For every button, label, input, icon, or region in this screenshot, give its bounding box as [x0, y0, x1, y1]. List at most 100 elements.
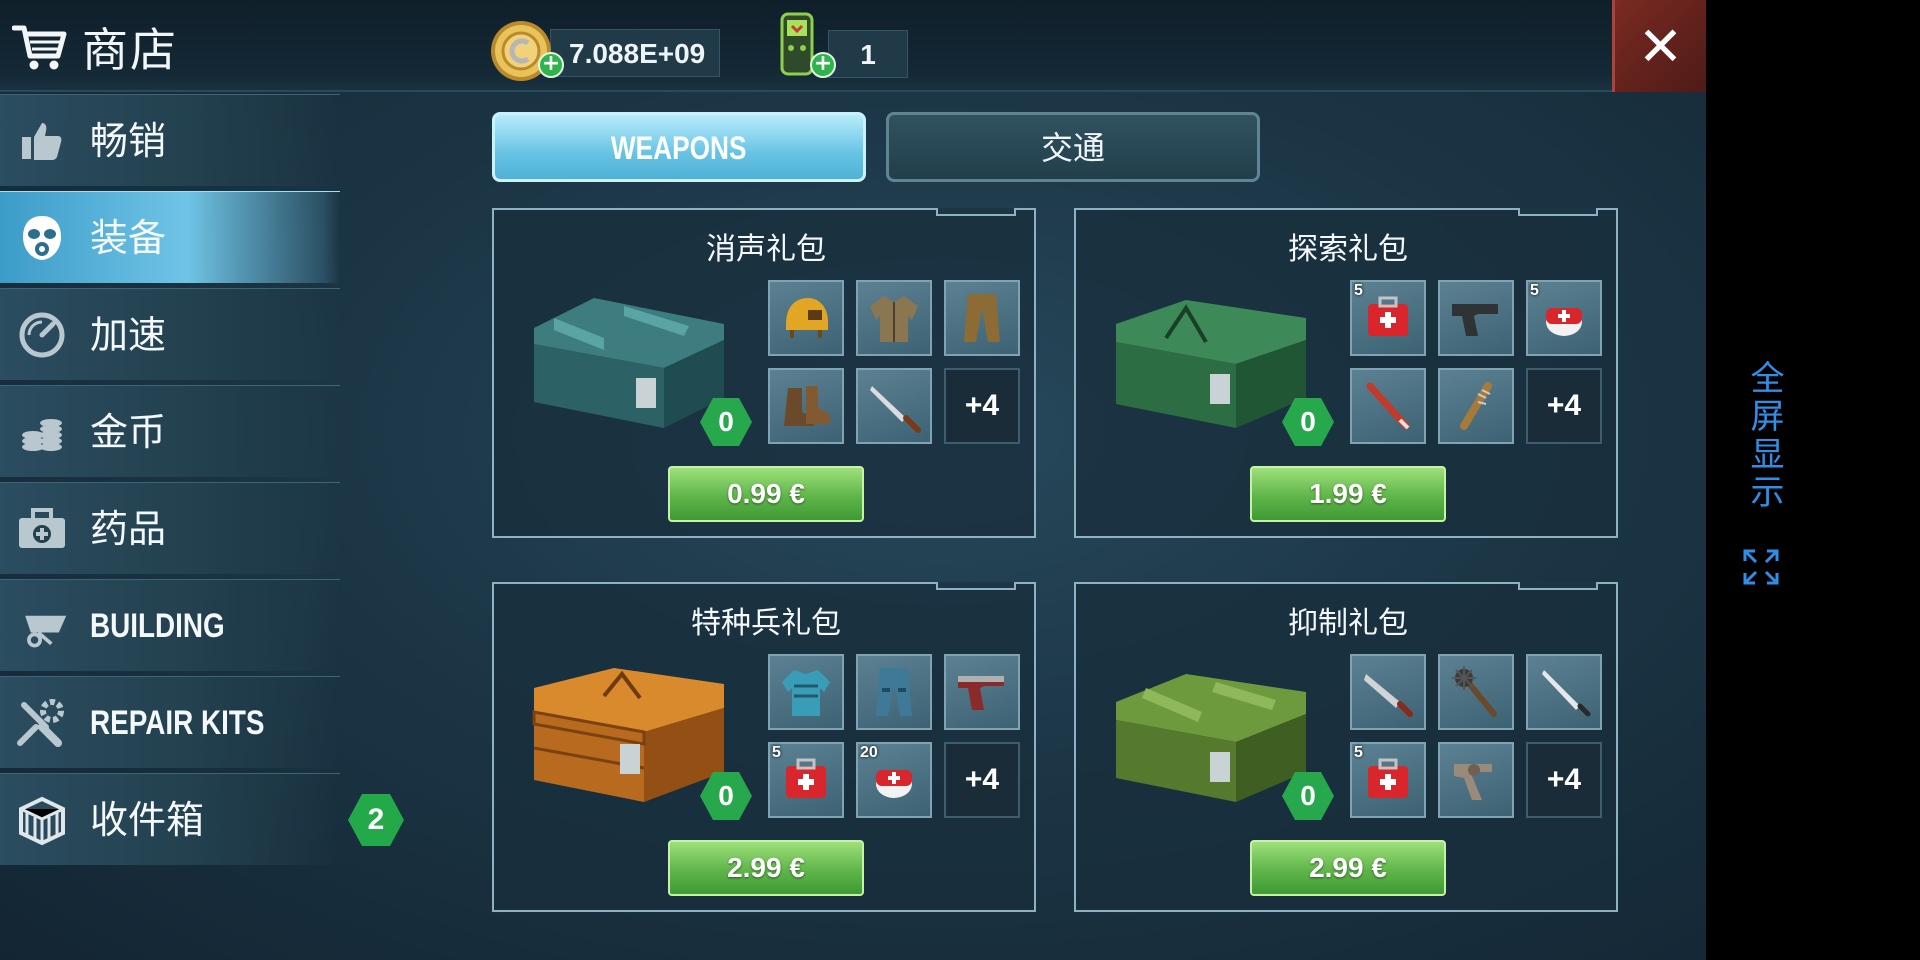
- sidebar-item-medicine[interactable]: 药品: [0, 482, 340, 574]
- pack-item[interactable]: [856, 368, 932, 444]
- add-coins-button[interactable]: +: [538, 52, 564, 78]
- sidebar-item-equipment[interactable]: 装备: [0, 191, 340, 283]
- close-button[interactable]: ✕: [1612, 0, 1706, 92]
- pants-icon: [964, 294, 1000, 342]
- pack-card-special-forces: 特种兵礼包 0 5 20 +4 2.99 €: [492, 582, 1036, 912]
- machete-icon: [1364, 674, 1413, 717]
- buy-button[interactable]: 2.99 €: [1250, 840, 1446, 896]
- speedometer-icon: [14, 307, 70, 363]
- sidebar-item-coins[interactable]: 金币: [0, 385, 340, 477]
- pack-item[interactable]: 5: [1350, 742, 1426, 818]
- coins-value: 7.088E+09: [550, 29, 721, 77]
- pack-item[interactable]: 20: [856, 742, 932, 818]
- pack-items-grid: +4: [768, 280, 1020, 444]
- fullscreen-label: 全屏显示: [1744, 360, 1784, 512]
- item-count: 5: [772, 744, 781, 761]
- card-notch: [1518, 208, 1598, 216]
- pack-title: 特种兵礼包: [691, 606, 841, 641]
- game-viewport: 商店 + 7.088E+09 + 1 ✕ 畅销 装备 加速 金币 药品 BUIL…: [0, 0, 1706, 960]
- medkit-icon: [14, 501, 70, 557]
- pack-item[interactable]: [856, 280, 932, 356]
- bat-icon: [1366, 382, 1410, 430]
- more-items-button[interactable]: +4: [944, 742, 1020, 818]
- pack-item[interactable]: [1526, 654, 1602, 730]
- sidebar-item-inbox[interactable]: 收件箱: [0, 773, 340, 865]
- coins-icon: [14, 404, 70, 460]
- pack-item[interactable]: [944, 280, 1020, 356]
- teal-chest-icon: [534, 298, 724, 428]
- jacket-icon: [870, 296, 918, 342]
- pack-item[interactable]: [768, 654, 844, 730]
- energy-value: 1: [828, 30, 908, 78]
- buy-button[interactable]: 2.99 €: [668, 840, 864, 896]
- pistol-icon: [958, 676, 1004, 710]
- more-items-button[interactable]: +4: [1526, 742, 1602, 818]
- spiked-bat-icon: [1460, 382, 1492, 430]
- pack-item[interactable]: [856, 654, 932, 730]
- pack-item[interactable]: 5: [768, 742, 844, 818]
- pack-item[interactable]: 5: [1350, 280, 1426, 356]
- tools-icon: [14, 695, 70, 751]
- top-bar: 商店 + 7.088E+09 + 1 ✕: [0, 0, 1706, 92]
- pack-item[interactable]: [1438, 742, 1514, 818]
- card-notch: [936, 582, 1016, 590]
- medkit-icon: [1368, 296, 1408, 336]
- armor-vest-icon: [782, 670, 830, 716]
- card-notch: [1518, 582, 1598, 590]
- sword-icon: [1542, 670, 1591, 717]
- knife-icon: [870, 386, 921, 433]
- armor-pants-icon: [876, 668, 912, 716]
- cart-icon: [12, 25, 67, 70]
- pistol-icon: [1452, 304, 1498, 336]
- inbox-count-badge: 2: [348, 794, 404, 846]
- pack-item[interactable]: [1438, 368, 1514, 444]
- pack-item[interactable]: [768, 368, 844, 444]
- sidebar-item-repair-kits[interactable]: REPAIR KITS: [0, 676, 340, 768]
- boots-icon: [784, 386, 830, 426]
- pack-items-grid: 5 5 +4: [1350, 280, 1602, 444]
- medkit-icon: [786, 758, 826, 798]
- energy-counter[interactable]: + 1: [774, 12, 908, 90]
- sidebar-item-label: BUILDING: [90, 607, 225, 645]
- pack-item[interactable]: [768, 280, 844, 356]
- item-count: 5: [1354, 282, 1363, 299]
- pack-item[interactable]: [1438, 654, 1514, 730]
- add-energy-button[interactable]: +: [810, 52, 836, 78]
- tab-weapons[interactable]: WEAPONS: [492, 112, 866, 182]
- pack-item[interactable]: 5: [1526, 280, 1602, 356]
- coins-counter[interactable]: + 7.088E+09: [488, 18, 721, 88]
- pack-items-grid: 5 20 +4: [768, 654, 1020, 818]
- wheelbarrow-icon: [14, 598, 70, 654]
- pack-card-silencer: 消声礼包 0 +4 0.99 €: [492, 208, 1036, 538]
- sidebar-item-building[interactable]: BUILDING: [0, 579, 340, 671]
- sidebar-item-label: 加速: [90, 313, 167, 357]
- pack-item[interactable]: [944, 654, 1020, 730]
- thumbs-up-icon: [14, 113, 70, 169]
- more-items-button[interactable]: +4: [1526, 368, 1602, 444]
- category-sidebar: 畅销 装备 加速 金币 药品 BUILDING REPAIR KITS 收件箱: [0, 94, 340, 870]
- item-count: 5: [1530, 282, 1539, 299]
- gas-mask-icon: [14, 210, 70, 266]
- mace-icon: [1452, 666, 1497, 717]
- sidebar-item-bestsellers[interactable]: 畅销: [0, 94, 340, 186]
- crate-icon: [14, 792, 70, 848]
- item-count: 5: [1354, 744, 1363, 761]
- helmet-icon: [786, 298, 828, 338]
- olive-chest-icon: [1116, 674, 1306, 802]
- buy-button[interactable]: 0.99 €: [668, 466, 864, 522]
- pack-item[interactable]: [1350, 654, 1426, 730]
- buy-button[interactable]: 1.99 €: [1250, 466, 1446, 522]
- close-icon: ✕: [1637, 14, 1684, 78]
- card-notch: [936, 208, 1016, 216]
- sidebar-item-label: 金币: [90, 410, 167, 454]
- more-items-button[interactable]: +4: [944, 368, 1020, 444]
- shop-header: 商店: [12, 14, 178, 80]
- pack-item[interactable]: [1438, 280, 1514, 356]
- fullscreen-button[interactable]: 全屏显示: [1730, 360, 1790, 600]
- tab-label: 交通: [1040, 129, 1105, 167]
- sidebar-item-label: 收件箱: [90, 798, 205, 842]
- sidebar-item-boost[interactable]: 加速: [0, 288, 340, 380]
- pack-title: 探索礼包: [1288, 232, 1408, 267]
- pack-item[interactable]: [1350, 368, 1426, 444]
- tab-transport[interactable]: 交通: [886, 112, 1260, 182]
